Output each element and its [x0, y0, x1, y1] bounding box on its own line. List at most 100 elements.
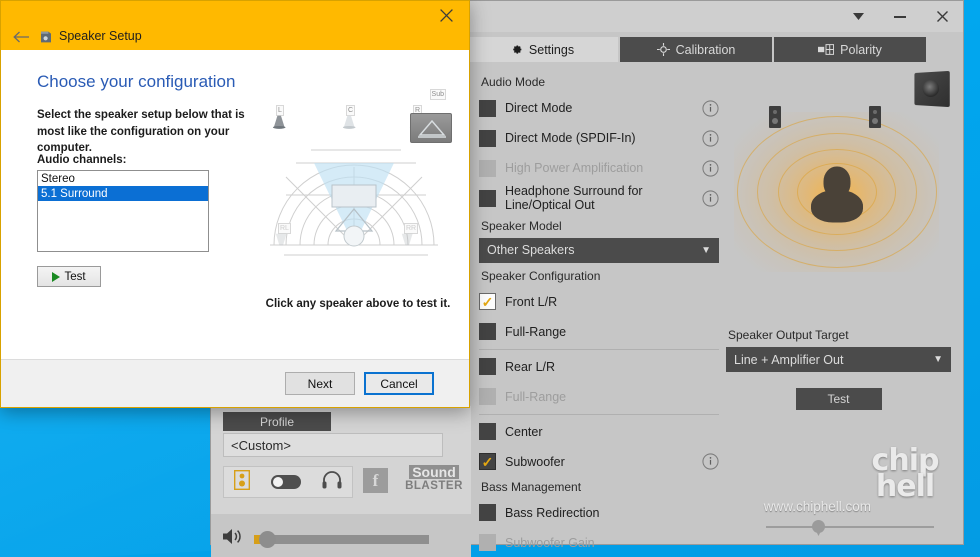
volume-icon[interactable] [223, 528, 244, 550]
option-bass-redirection[interactable]: Bass Redirection [479, 499, 719, 527]
list-item-5-1-surround[interactable]: 5.1 Surround [38, 186, 208, 201]
checkbox-direct-mode[interactable] [479, 99, 496, 117]
option-direct-mode[interactable]: Direct Mode [479, 94, 719, 122]
option-center[interactable]: Center [479, 418, 719, 446]
checkbox-high-power-amplification [479, 159, 496, 177]
polarity-icon [818, 44, 835, 55]
option-front-lr[interactable]: ✓ Front L/R [479, 288, 719, 316]
tab-settings[interactable]: Settings [466, 37, 618, 62]
option-full-range-front-label: Full-Range [505, 324, 567, 339]
option-direct-mode-spdif-label: Direct Mode (SPDIF-In) [505, 130, 636, 145]
close-icon[interactable] [431, 3, 461, 27]
info-icon[interactable] [702, 129, 719, 147]
slider-knob[interactable] [812, 520, 825, 533]
speaker-model-value: Other Speakers [487, 243, 575, 258]
front-left-speaker-icon[interactable] [769, 106, 781, 128]
facebook-icon[interactable]: f [363, 468, 388, 493]
sound-field-glow [734, 112, 939, 272]
minimize-icon[interactable] [879, 2, 921, 32]
dialog-test-button[interactable]: Test [37, 266, 101, 287]
checkbox-direct-mode-spdif[interactable] [479, 129, 496, 147]
option-full-range-rear: Full-Range [479, 383, 719, 411]
checkbox-subwoofer[interactable]: ✓ [479, 453, 496, 471]
speaker-layout-diagram: L C R Sub RL RR [256, 89, 456, 305]
tab-calibration-label: Calibration [675, 42, 736, 57]
checkbox-center[interactable] [479, 423, 496, 441]
subwoofer-icon[interactable] [410, 113, 452, 143]
divider [479, 348, 719, 350]
checkbox-front-lr[interactable]: ✓ [479, 293, 496, 311]
info-icon[interactable] [702, 99, 719, 117]
sound-blaster-logo-line2: BLASTER [405, 480, 463, 492]
speaker-visualization [726, 70, 951, 325]
sound-blaster-logo: Sound BLASTER [399, 465, 469, 493]
profile-tab[interactable]: Profile [223, 412, 331, 431]
option-rear-lr[interactable]: Rear L/R [479, 353, 719, 381]
check-mark-icon: ✓ [481, 293, 494, 310]
rear-left-speaker-icon[interactable] [274, 233, 292, 247]
dialog-subtext: Select the speaker setup below that is m… [37, 109, 245, 155]
gear-icon [510, 43, 523, 56]
back-arrow-icon[interactable] [9, 27, 33, 47]
option-subwoofer-gain: Subwoofer Gain [479, 529, 719, 557]
chiphell-logo-line2: hell [875, 468, 935, 504]
option-high-power-amplification: High Power Amplification [479, 154, 719, 182]
play-icon [52, 271, 61, 282]
option-subwoofer[interactable]: ✓ Subwoofer [479, 448, 719, 476]
speaker-output-target-dropdown[interactable]: Line + Amplifier Out ▼ [726, 347, 951, 372]
volume-bar [211, 514, 471, 557]
center-speaker-icon[interactable] [342, 115, 360, 129]
dialog-title: Speaker Setup [59, 29, 142, 43]
profile-value-field[interactable]: <Custom> [223, 433, 443, 457]
checkbox-headphone-surround[interactable] [479, 189, 496, 207]
option-center-label: Center [505, 424, 543, 439]
volume-slider-knob[interactable] [259, 530, 276, 548]
tab-settings-label: Settings [528, 42, 575, 57]
tab-calibration[interactable]: Calibration [620, 37, 772, 62]
bass-management-heading: Bass Management [481, 479, 582, 494]
next-button[interactable]: Next [285, 372, 355, 395]
checkbox-full-range-rear [479, 388, 496, 406]
speaker-headphone-toggle[interactable] [270, 475, 301, 489]
info-icon[interactable] [702, 190, 719, 207]
crosshair-icon [656, 43, 670, 56]
option-direct-mode-spdif[interactable]: Direct Mode (SPDIF-In) [479, 124, 719, 152]
speaker-icon[interactable] [234, 469, 251, 495]
volume-slider[interactable] [254, 530, 429, 548]
info-icon[interactable] [702, 453, 719, 470]
speaker-visualization-column: Speaker Output Target Line + Amplifier O… [726, 70, 951, 533]
diagram-hint: Click any speaker above to test it. [265, 298, 451, 310]
option-full-range-front[interactable]: Full-Range [479, 318, 719, 346]
list-item-stereo[interactable]: Stereo [38, 171, 208, 186]
audio-channels-listbox[interactable]: Stereo 5.1 Surround [37, 170, 209, 252]
option-full-range-rear-label: Full-Range [505, 389, 567, 404]
option-subwoofer-gain-label: Subwoofer Gain [505, 535, 595, 550]
front-right-speaker-icon[interactable] [869, 106, 881, 128]
chiphell-logo-line1: chip [871, 443, 940, 478]
tab-polarity[interactable]: Polarity [774, 37, 926, 62]
headphone-icon[interactable] [322, 470, 342, 494]
chevron-down-icon[interactable] [837, 2, 879, 32]
info-icon[interactable] [702, 159, 719, 177]
checkbox-bass-redirection[interactable] [479, 504, 496, 522]
tab-polarity-label: Polarity [840, 42, 882, 57]
cancel-button[interactable]: Cancel [364, 372, 434, 395]
option-headphone-surround[interactable]: Headphone Surround for Line/Optical Out [479, 184, 719, 213]
subwoofer-3d-icon[interactable] [914, 70, 950, 108]
output-slider[interactable] [766, 520, 934, 534]
option-direct-mode-label: Direct Mode [505, 100, 573, 115]
check-mark-icon: ✓ [481, 453, 494, 470]
output-device-toggle-group [223, 466, 353, 498]
close-icon[interactable] [921, 2, 963, 32]
speaker-output-target-value: Line + Amplifier Out [734, 352, 844, 367]
dialog-title-bar: Speaker Setup [1, 1, 469, 50]
checkbox-rear-lr[interactable] [479, 358, 496, 376]
watermark-url: www.chiphell.com [763, 499, 871, 514]
rear-right-speaker-icon[interactable] [400, 233, 418, 247]
test-button[interactable]: Test [795, 388, 882, 410]
sound-blaster-logo-line1: Sound [409, 465, 459, 479]
checkbox-full-range-front[interactable] [479, 323, 496, 341]
speaker-model-dropdown[interactable]: Other Speakers ▼ [479, 237, 719, 263]
front-left-speaker-icon[interactable] [272, 115, 290, 129]
speaker-setup-dialog: Speaker Setup Choose your configuration … [0, 0, 470, 408]
